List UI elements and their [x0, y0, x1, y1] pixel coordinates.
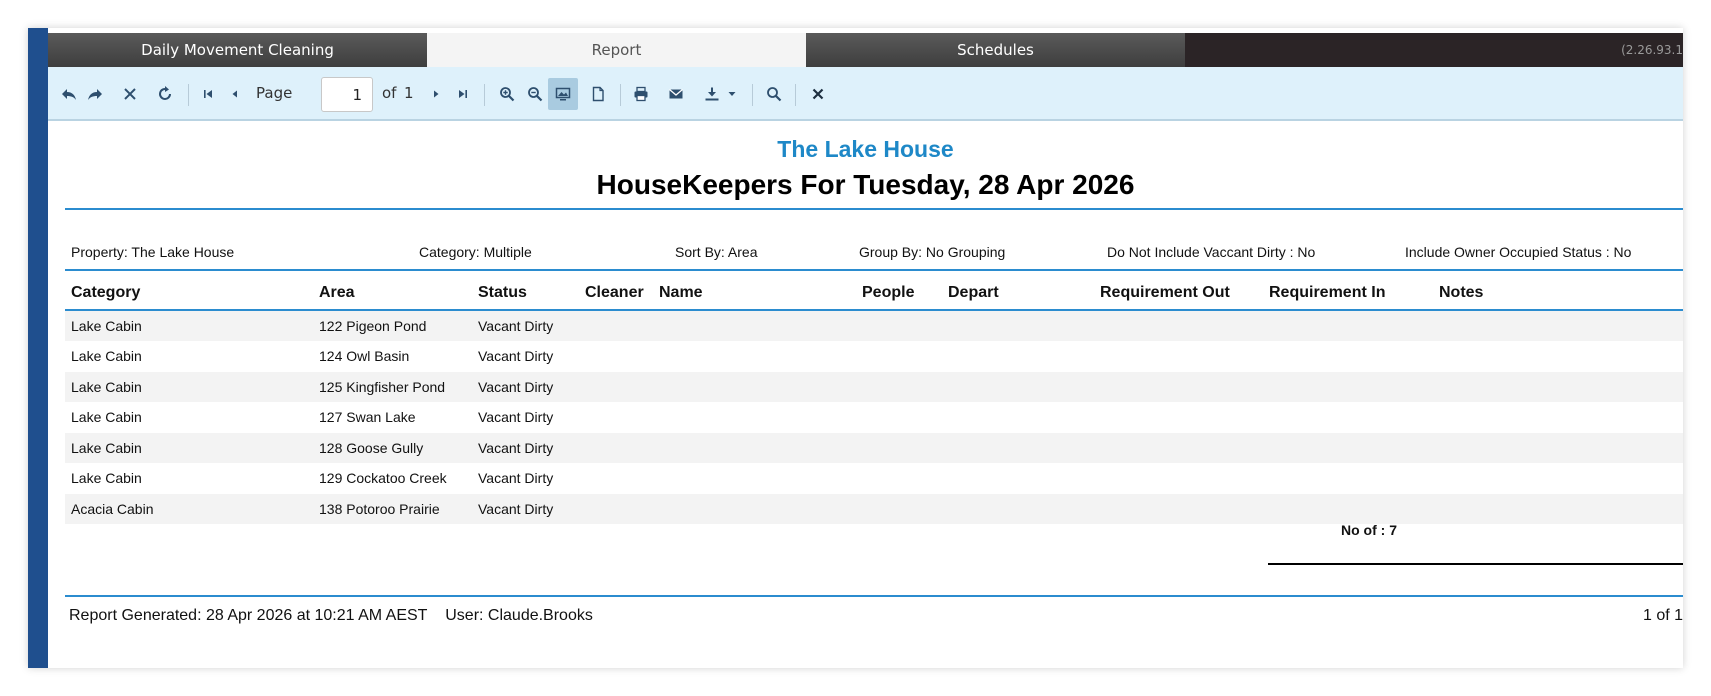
cell-status: Vacant Dirty	[478, 318, 554, 334]
cell-category: Lake Cabin	[71, 440, 142, 456]
tab-daily-movement-cleaning[interactable]: Daily Movement Cleaning	[48, 33, 427, 67]
cell-category: Lake Cabin	[71, 318, 142, 334]
generated-timestamp: Report Generated: 28 Apr 2026 at 10:21 A…	[69, 607, 428, 624]
last-page-icon[interactable]	[450, 81, 476, 107]
main-area: Daily Movement Cleaning Report Schedules…	[48, 28, 1683, 668]
zoom-out-icon[interactable]	[522, 81, 548, 107]
cell-area: 125 Kingfisher Pond	[319, 379, 446, 395]
report-title: HouseKeepers For Tuesday, 28 Apr 2026	[596, 169, 1135, 200]
cell-area: 138 Potoroo Prairie	[319, 501, 440, 517]
column-header-notes: Notes	[1439, 284, 1484, 301]
search-icon[interactable]	[761, 81, 787, 107]
page-view-icon[interactable]	[585, 81, 611, 107]
param-group-by: Group By: No Grouping	[859, 244, 1006, 260]
tab-bar: Daily Movement Cleaning Report Schedules…	[48, 33, 1683, 67]
cell-status: Vacant Dirty	[478, 470, 554, 486]
column-header-status: Status	[478, 284, 527, 301]
toolbar-separator	[752, 84, 753, 106]
column-header-requirement-in: Requirement In	[1269, 284, 1386, 301]
previous-page-icon[interactable]	[222, 81, 248, 107]
tab-schedules[interactable]: Schedules	[806, 33, 1185, 67]
total-underline	[1268, 563, 1683, 565]
report-toolbar: Page of 1	[48, 67, 1683, 121]
table-row: Lake Cabin 129 Cockatoo Creek Vacant Dir…	[65, 463, 1683, 493]
undo-icon[interactable]	[56, 81, 82, 107]
param-property: Property: The Lake House	[71, 244, 235, 260]
column-header-cleaner: Cleaner	[585, 284, 644, 301]
divider	[65, 208, 1683, 210]
page-footer: 1 of 1	[1642, 607, 1683, 624]
cell-status: Vacant Dirty	[478, 379, 554, 395]
cell-category: Lake Cabin	[71, 409, 142, 425]
first-page-icon[interactable]	[195, 81, 221, 107]
screen-view-icon[interactable]	[548, 78, 578, 110]
cell-area: 127 Swan Lake	[319, 409, 416, 425]
cell-status: Vacant Dirty	[478, 348, 554, 364]
column-header-area: Area	[319, 284, 355, 301]
column-header-category: Category	[71, 284, 141, 301]
param-category: Category: Multiple	[419, 244, 532, 260]
cell-area: 124 Owl Basin	[319, 348, 410, 364]
column-header-name: Name	[659, 284, 703, 301]
page-count: 1	[404, 84, 414, 102]
email-icon[interactable]	[663, 81, 689, 107]
next-page-icon[interactable]	[423, 81, 449, 107]
param-vacant-dirty: Do Not Include Vaccant Dirty : No	[1107, 244, 1316, 260]
table-row: Lake Cabin 127 Swan Lake Vacant Dirty	[65, 402, 1683, 432]
cell-category: Lake Cabin	[71, 470, 142, 486]
column-header-depart: Depart	[948, 284, 999, 301]
column-header-requirement-out: Requirement Out	[1100, 284, 1230, 301]
cell-category: Lake Cabin	[71, 348, 142, 364]
app-window: Daily Movement Cleaning Report Schedules…	[28, 28, 1683, 668]
page-label: Page	[256, 84, 293, 102]
close-icon[interactable]	[805, 81, 831, 107]
cell-area: 128 Goose Gully	[319, 440, 424, 456]
param-owner-occupied: Include Owner Occupied Status : No	[1405, 244, 1632, 260]
toolbar-separator	[484, 84, 485, 106]
left-sidebar-strip	[28, 28, 48, 668]
toolbar-separator	[620, 84, 621, 106]
zoom-in-icon[interactable]	[494, 81, 520, 107]
table-row: Lake Cabin 124 Owl Basin Vacant Dirty	[65, 341, 1683, 371]
table-row: Acacia Cabin 138 Potoroo Prairie Vacant …	[65, 494, 1683, 524]
cell-status: Vacant Dirty	[478, 501, 554, 517]
report-page: The Lake House HouseKeepers For Tuesday,…	[48, 123, 1683, 668]
version-label: (2.26.93.1	[1621, 43, 1683, 57]
report-property-name: The Lake House	[777, 136, 954, 162]
page-number-input[interactable]	[321, 77, 373, 112]
cell-status: Vacant Dirty	[478, 409, 554, 425]
tab-report[interactable]: Report	[427, 33, 806, 67]
cell-category: Lake Cabin	[71, 379, 142, 395]
table-row: Lake Cabin 125 Kingfisher Pond Vacant Di…	[65, 372, 1683, 402]
report-user: User: Claude.Brooks	[445, 607, 593, 624]
divider	[65, 595, 1683, 597]
print-icon[interactable]	[628, 81, 654, 107]
redo-icon[interactable]	[82, 81, 108, 107]
of-label: of	[382, 84, 397, 102]
report-generated-text: Report Generated: 28 Apr 2026 at 10:21 A…	[69, 607, 593, 625]
toolbar-separator	[188, 84, 189, 106]
dropdown-arrow-icon[interactable]	[719, 81, 745, 107]
cancel-icon[interactable]	[117, 81, 143, 107]
total-count: No of : 7	[1341, 522, 1397, 538]
cell-area: 129 Cockatoo Creek	[319, 470, 447, 486]
cell-category: Acacia Cabin	[71, 501, 154, 517]
table-row: Lake Cabin 122 Pigeon Pond Vacant Dirty	[65, 311, 1683, 341]
cell-area: 122 Pigeon Pond	[319, 318, 427, 334]
param-sort-by: Sort By: Area	[675, 244, 758, 260]
refresh-icon[interactable]	[152, 81, 178, 107]
column-header-people: People	[862, 284, 915, 301]
table-row: Lake Cabin 128 Goose Gully Vacant Dirty	[65, 433, 1683, 463]
cell-status: Vacant Dirty	[478, 440, 554, 456]
divider	[65, 269, 1683, 271]
toolbar-separator	[795, 84, 796, 106]
